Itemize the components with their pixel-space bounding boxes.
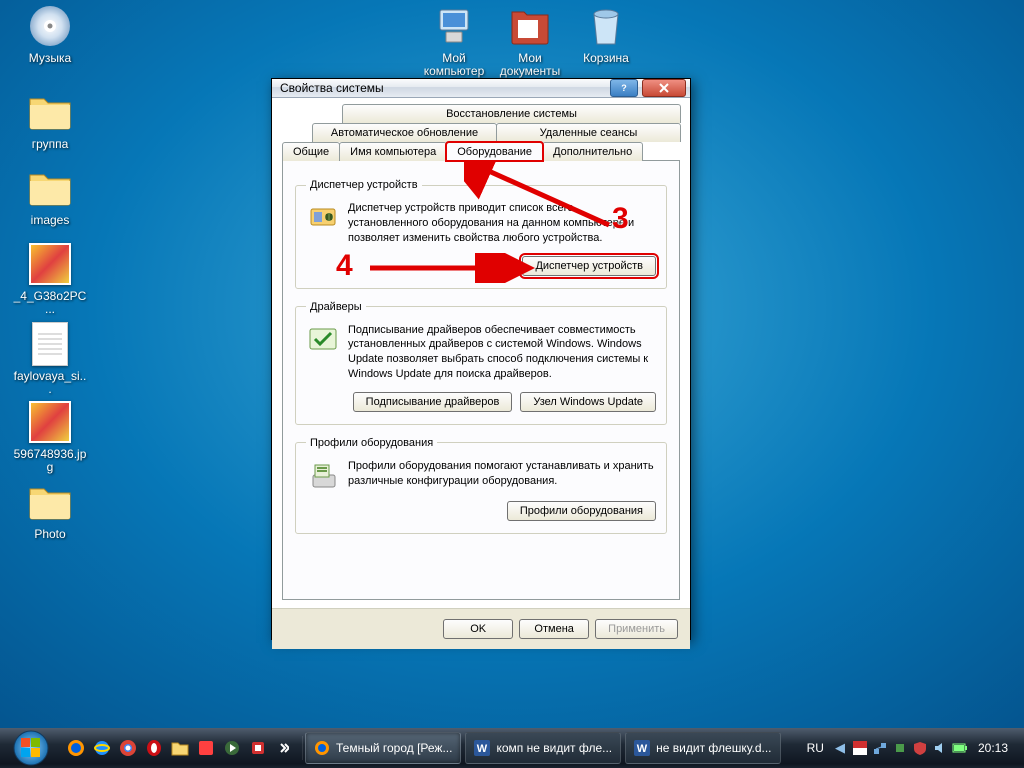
tray-chevron-icon[interactable]: ◀ bbox=[832, 740, 848, 756]
ok-button[interactable]: OK bbox=[443, 619, 513, 639]
ql-chevron-icon[interactable] bbox=[272, 736, 296, 760]
desktop-icon-596748936jpg[interactable]: 596748936.jpg bbox=[12, 398, 88, 474]
hw-profiles-button[interactable]: Профили оборудования bbox=[507, 501, 656, 521]
svg-text:?: ? bbox=[621, 83, 627, 93]
device-manager-group: Диспетчер устройств Диспетчер устройств … bbox=[295, 179, 667, 289]
desktop-icon-label: Мой компьютер bbox=[416, 52, 492, 78]
tab-system-restore[interactable]: Восстановление системы bbox=[342, 104, 681, 123]
tab-remote-sessions[interactable]: Удаленные сеансы bbox=[496, 123, 681, 142]
drivers-text: Подписывание драйверов обеспечивает совм… bbox=[348, 323, 656, 382]
tray-usb-icon[interactable] bbox=[892, 740, 908, 756]
desktop-icon-label: Музыка bbox=[12, 52, 88, 65]
desktop-icon-мойкомпьютер[interactable]: Мой компьютер bbox=[416, 2, 492, 78]
desktop-icon-faylovayasi[interactable]: faylovaya_si... bbox=[12, 320, 88, 396]
system-properties-dialog: Свойства системы ? Восстановление систем… bbox=[271, 78, 691, 640]
apply-button[interactable]: Применить bbox=[595, 619, 678, 639]
dialog-footer: OK Отмена Применить bbox=[272, 608, 690, 649]
tray-network-icon[interactable] bbox=[872, 740, 888, 756]
dialog-titlebar[interactable]: Свойства системы ? bbox=[272, 79, 690, 98]
desktop-icon-корзина[interactable]: Корзина bbox=[568, 2, 644, 65]
desktop-icon-label: Photo bbox=[12, 528, 88, 541]
driver-signing-button[interactable]: Подписывание драйверов bbox=[353, 392, 513, 412]
desktop-icon-photo[interactable]: Photo bbox=[12, 478, 88, 541]
word-icon: W bbox=[474, 740, 490, 756]
cd-icon bbox=[26, 2, 74, 50]
thumb-icon bbox=[26, 398, 74, 446]
tray-battery-icon[interactable] bbox=[952, 740, 968, 756]
desktop-icon-label: группа bbox=[12, 138, 88, 151]
help-button[interactable]: ? bbox=[610, 79, 638, 97]
device-manager-text: Диспетчер устройств приводит список всег… bbox=[348, 201, 656, 246]
start-button[interactable] bbox=[4, 728, 58, 768]
task-label: не видит флешку.d... bbox=[656, 741, 771, 755]
desktop-icon-label: Корзина bbox=[568, 52, 644, 65]
tray-flag-icon[interactable] bbox=[852, 740, 868, 756]
desktop-icon-label: Мои документы bbox=[492, 52, 568, 78]
cancel-button[interactable]: Отмена bbox=[519, 619, 589, 639]
ql-firefox-icon[interactable] bbox=[64, 736, 88, 760]
system-tray: RU ◀ 20:13 bbox=[797, 740, 1020, 756]
hw-profiles-text: Профили оборудования помогают устанавлив… bbox=[348, 459, 656, 491]
txt-icon bbox=[26, 320, 74, 368]
ql-folder-icon[interactable] bbox=[168, 736, 192, 760]
ql-media-icon[interactable] bbox=[220, 736, 244, 760]
device-manager-icon bbox=[306, 201, 340, 246]
ql-cleaner-icon[interactable] bbox=[246, 736, 270, 760]
windows-update-button[interactable]: Узел Windows Update bbox=[520, 392, 656, 412]
folder-icon bbox=[26, 88, 74, 136]
tab-advanced[interactable]: Дополнительно bbox=[542, 142, 643, 161]
taskbar-task-0[interactable]: Темный город [Реж... bbox=[305, 732, 461, 764]
drivers-legend: Драйверы bbox=[306, 301, 366, 313]
tab-general[interactable]: Общие bbox=[282, 142, 340, 161]
quick-launch bbox=[58, 736, 303, 760]
ql-opera-icon[interactable] bbox=[142, 736, 166, 760]
folder-icon bbox=[26, 478, 74, 526]
tray-shield-icon[interactable] bbox=[912, 740, 928, 756]
taskbar: Темный город [Реж... Wкомп не видит фле..… bbox=[0, 728, 1024, 768]
hw-profiles-icon bbox=[306, 459, 340, 491]
drivers-icon bbox=[306, 323, 340, 382]
close-button[interactable] bbox=[642, 79, 686, 97]
ql-app-icon[interactable] bbox=[194, 736, 218, 760]
tab-auto-updates[interactable]: Автоматическое обновление bbox=[312, 123, 497, 142]
hw-profiles-legend: Профили оборудования bbox=[306, 437, 437, 449]
word-icon: W bbox=[634, 740, 650, 756]
tab-panel-hardware: Диспетчер устройств Диспетчер устройств … bbox=[282, 160, 680, 600]
desktop-icon-label: _4_G38o2PC... bbox=[12, 290, 88, 316]
desktop-icon-label: faylovaya_si... bbox=[12, 370, 88, 396]
bin-icon bbox=[582, 2, 630, 50]
drivers-group: Драйверы Подписывание драйверов обеспечи… bbox=[295, 301, 667, 425]
desktop-icon-label: images bbox=[12, 214, 88, 227]
docs-icon bbox=[506, 2, 554, 50]
tab-hardware[interactable]: Оборудование bbox=[446, 142, 543, 161]
desktop-icon-группа[interactable]: группа bbox=[12, 88, 88, 151]
clock[interactable]: 20:13 bbox=[972, 741, 1014, 755]
desktop-icon-музыка[interactable]: Музыка bbox=[12, 2, 88, 65]
device-manager-legend: Диспетчер устройств bbox=[306, 179, 422, 191]
ql-chrome-icon[interactable] bbox=[116, 736, 140, 760]
thumb-icon bbox=[26, 240, 74, 288]
hw-profiles-group: Профили оборудования Профили оборудовани… bbox=[295, 437, 667, 534]
desktop-icon-label: 596748936.jpg bbox=[12, 448, 88, 474]
task-label: комп не видит фле... bbox=[496, 741, 612, 755]
folder-icon bbox=[26, 164, 74, 212]
svg-text:W: W bbox=[637, 743, 648, 755]
desktop-icon-4g38o2pc[interactable]: _4_G38o2PC... bbox=[12, 240, 88, 316]
svg-text:W: W bbox=[477, 743, 488, 755]
tray-volume-icon[interactable] bbox=[932, 740, 948, 756]
computer-icon bbox=[430, 2, 478, 50]
dialog-title: Свойства системы bbox=[280, 81, 610, 95]
device-manager-button[interactable]: Диспетчер устройств bbox=[522, 256, 656, 276]
desktop-icon-images[interactable]: images bbox=[12, 164, 88, 227]
task-label: Темный город [Реж... bbox=[336, 741, 452, 755]
desktop-icon-моидокументы[interactable]: Мои документы bbox=[492, 2, 568, 78]
taskbar-task-1[interactable]: Wкомп не видит фле... bbox=[465, 732, 621, 764]
firefox-icon bbox=[314, 740, 330, 756]
taskbar-task-2[interactable]: Wне видит флешку.d... bbox=[625, 732, 780, 764]
language-indicator[interactable]: RU bbox=[803, 741, 828, 755]
tab-computer-name[interactable]: Имя компьютера bbox=[339, 142, 447, 161]
ql-ie-icon[interactable] bbox=[90, 736, 114, 760]
